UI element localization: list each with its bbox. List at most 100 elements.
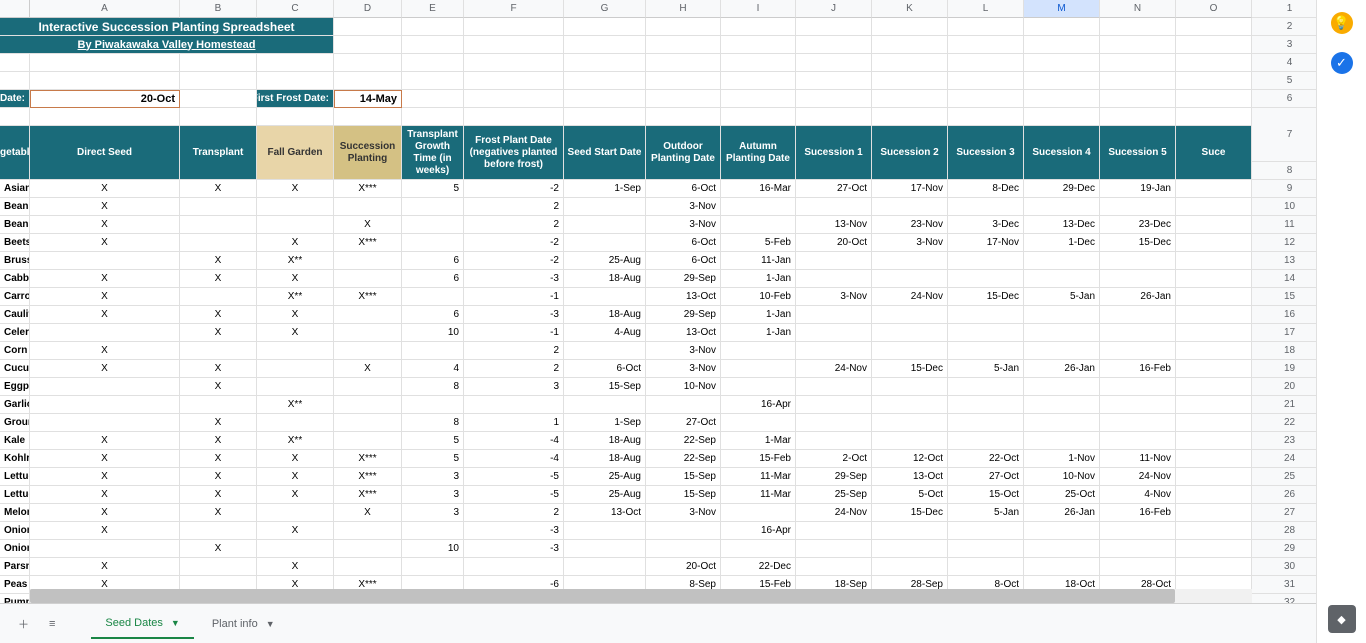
op-27[interactable] — [646, 522, 721, 540]
fg-21[interactable] — [257, 414, 334, 432]
cell-6-13[interactable] — [948, 108, 1024, 126]
s3-9[interactable] — [948, 198, 1024, 216]
tp-14[interactable] — [180, 288, 257, 306]
cell-3-4[interactable] — [257, 54, 334, 72]
ds-20[interactable] — [30, 396, 180, 414]
s2-11[interactable]: 3-Nov — [872, 234, 948, 252]
cell-6-6[interactable] — [402, 108, 464, 126]
column-header-L[interactable]: L — [948, 0, 1024, 18]
s6-29[interactable] — [1176, 558, 1252, 576]
column-header-M[interactable]: M — [1024, 0, 1100, 18]
row-header-2[interactable]: 2 — [1252, 18, 1316, 36]
row-header-26[interactable]: 26 — [1252, 486, 1316, 504]
s3-20[interactable] — [948, 396, 1024, 414]
ss-16[interactable]: 4-Aug — [564, 324, 646, 342]
gt-10[interactable] — [402, 216, 464, 234]
column-header-G[interactable]: G — [564, 0, 646, 18]
s4-13[interactable] — [1024, 270, 1100, 288]
cell-3-11[interactable] — [796, 54, 872, 72]
gt-14[interactable] — [402, 288, 464, 306]
header-succ[interactable]: Succession Planting — [334, 126, 402, 180]
tp-20[interactable] — [180, 396, 257, 414]
s5-24[interactable]: 24-Nov — [1100, 468, 1176, 486]
s3-15[interactable] — [948, 306, 1024, 324]
s6-11[interactable] — [1176, 234, 1252, 252]
cell-4-16[interactable] — [1176, 72, 1252, 90]
cell-3-13[interactable] — [948, 54, 1024, 72]
tp-29[interactable] — [180, 558, 257, 576]
fp-12[interactable]: -2 — [464, 252, 564, 270]
header-direct[interactable]: Direct Seed — [30, 126, 180, 180]
fp-21[interactable]: 1 — [464, 414, 564, 432]
cell-2-8[interactable] — [564, 36, 646, 54]
cell-5-6[interactable] — [402, 90, 464, 108]
fp-8[interactable]: -2 — [464, 180, 564, 198]
s3-21[interactable] — [948, 414, 1024, 432]
tp-9[interactable] — [180, 198, 257, 216]
ap-18[interactable] — [721, 360, 796, 378]
s5-25[interactable]: 4-Nov — [1100, 486, 1176, 504]
header-s6[interactable]: Suce — [1176, 126, 1252, 180]
s4-9[interactable] — [1024, 198, 1100, 216]
cell-4-3[interactable] — [180, 72, 257, 90]
veg-10[interactable]: Beans: Bush — [0, 216, 30, 234]
cell-2-11[interactable] — [796, 36, 872, 54]
row-header-25[interactable]: 25 — [1252, 468, 1316, 486]
fg-29[interactable]: X — [257, 558, 334, 576]
cell-6-2[interactable] — [30, 108, 180, 126]
row-header-32[interactable]: 32 — [1252, 594, 1316, 603]
cell-4-11[interactable] — [796, 72, 872, 90]
op-18[interactable]: 3-Nov — [646, 360, 721, 378]
op-8[interactable]: 6-Oct — [646, 180, 721, 198]
s2-20[interactable] — [872, 396, 948, 414]
cell-4-2[interactable] — [30, 72, 180, 90]
all-sheets-button[interactable]: ≡ — [41, 612, 63, 636]
ss-26[interactable]: 13-Oct — [564, 504, 646, 522]
ap-8[interactable]: 16-Mar — [721, 180, 796, 198]
veg-22[interactable]: Kale — [0, 432, 30, 450]
sp-24[interactable]: X*** — [334, 468, 402, 486]
s3-19[interactable] — [948, 378, 1024, 396]
ds-11[interactable]: X — [30, 234, 180, 252]
row-header-7[interactable]: 7 — [1252, 108, 1316, 162]
veg-8[interactable]: Asian Greens — [0, 180, 30, 198]
cell-5-3[interactable] — [180, 90, 257, 108]
s3-12[interactable] — [948, 252, 1024, 270]
ds-23[interactable]: X — [30, 450, 180, 468]
cell-4-10[interactable] — [721, 72, 796, 90]
fp-14[interactable]: -1 — [464, 288, 564, 306]
gt-29[interactable] — [402, 558, 464, 576]
fg-26[interactable] — [257, 504, 334, 522]
op-13[interactable]: 29-Sep — [646, 270, 721, 288]
row-header-18[interactable]: 18 — [1252, 342, 1316, 360]
gt-27[interactable] — [402, 522, 464, 540]
header-autumn[interactable]: Autumn Planting Date — [721, 126, 796, 180]
s1-13[interactable] — [796, 270, 872, 288]
fg-8[interactable]: X — [257, 180, 334, 198]
fp-29[interactable] — [464, 558, 564, 576]
cell-6-11[interactable] — [796, 108, 872, 126]
sp-9[interactable] — [334, 198, 402, 216]
fg-9[interactable] — [257, 198, 334, 216]
ds-17[interactable]: X — [30, 342, 180, 360]
s1-25[interactable]: 25-Sep — [796, 486, 872, 504]
row-header-24[interactable]: 24 — [1252, 450, 1316, 468]
op-20[interactable] — [646, 396, 721, 414]
s6-13[interactable] — [1176, 270, 1252, 288]
ap-21[interactable] — [721, 414, 796, 432]
s6-12[interactable] — [1176, 252, 1252, 270]
s1-12[interactable] — [796, 252, 872, 270]
veg-18[interactable]: Cucumbers — [0, 360, 30, 378]
gt-12[interactable]: 6 — [402, 252, 464, 270]
ss-28[interactable] — [564, 540, 646, 558]
op-24[interactable]: 15-Sep — [646, 468, 721, 486]
veg-30[interactable]: Peas — [0, 576, 30, 594]
cell-5-9[interactable] — [646, 90, 721, 108]
veg-26[interactable]: Melons — [0, 504, 30, 522]
ss-19[interactable]: 15-Sep — [564, 378, 646, 396]
tp-23[interactable]: X — [180, 450, 257, 468]
fg-14[interactable]: X** — [257, 288, 334, 306]
keep-icon[interactable]: 💡 — [1331, 12, 1353, 34]
row-header-4[interactable]: 4 — [1252, 54, 1316, 72]
op-28[interactable] — [646, 540, 721, 558]
